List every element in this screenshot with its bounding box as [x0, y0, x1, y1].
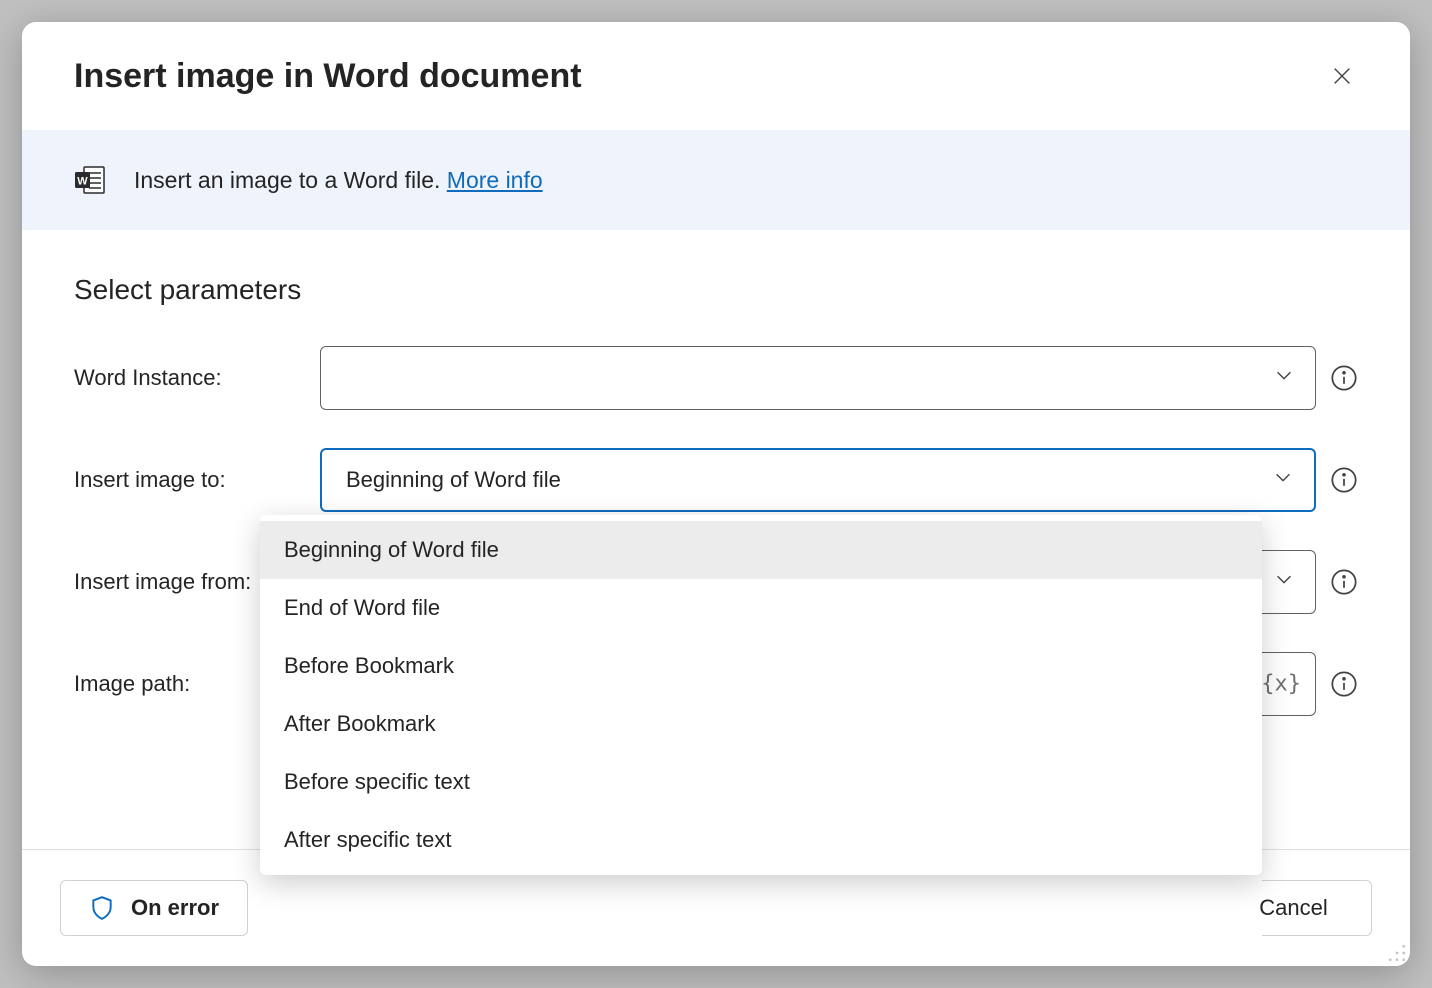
info-icon-image-path[interactable] [1330, 670, 1358, 698]
dropdown-option[interactable]: Before Bookmark [260, 637, 1262, 695]
on-error-button[interactable]: On error [60, 880, 248, 936]
label-word-instance: Word Instance: [74, 365, 306, 391]
chevron-down-icon [1272, 466, 1294, 494]
resize-grip-icon[interactable] [1388, 944, 1406, 962]
word-instance-dropdown[interactable] [320, 346, 1316, 410]
param-row-insert-to: Insert image to: Beginning of Word file … [74, 448, 1358, 512]
dropdown-option[interactable]: After specific text [260, 811, 1262, 869]
insert-image-dialog: Insert image in Word document W Insert a… [22, 22, 1410, 966]
info-icon-insert-to[interactable] [1330, 466, 1358, 494]
chevron-down-icon [1273, 364, 1295, 392]
word-icon: W [74, 164, 106, 196]
dialog-body: Select parameters Word Instance: Insert … [22, 230, 1410, 849]
dialog-header: Insert image in Word document [22, 22, 1410, 130]
banner-text: Insert an image to a Word file. More inf… [134, 167, 543, 194]
svg-text:W: W [77, 176, 88, 188]
section-heading: Select parameters [74, 274, 1358, 306]
info-icon-word-instance[interactable] [1330, 364, 1358, 392]
variable-icon[interactable]: {x} [1261, 672, 1301, 697]
dropdown-option[interactable]: After Bookmark [260, 695, 1262, 753]
banner-description: Insert an image to a Word file. [134, 167, 447, 193]
close-button[interactable] [1322, 56, 1362, 96]
dialog-title: Insert image in Word document [74, 57, 582, 96]
dropdown-option[interactable]: End of Word file [260, 579, 1262, 637]
on-error-label: On error [131, 895, 219, 921]
label-insert-to: Insert image to: [74, 467, 306, 493]
chevron-down-icon [1273, 568, 1295, 596]
dropdown-option[interactable]: Beginning of Word file [260, 521, 1262, 579]
close-icon [1331, 65, 1353, 87]
info-banner: W Insert an image to a Word file. More i… [22, 130, 1410, 230]
shield-icon [89, 895, 115, 921]
dropdown-option[interactable]: Before specific text [260, 753, 1262, 811]
insert-to-value: Beginning of Word file [346, 467, 561, 493]
more-info-link[interactable]: More info [447, 167, 543, 193]
insert-to-dropdown[interactable]: Beginning of Word file [320, 448, 1316, 512]
insert-to-dropdown-menu: Beginning of Word file End of Word file … [260, 515, 1262, 875]
cancel-label: Cancel [1259, 895, 1327, 920]
cancel-button[interactable]: Cancel [1262, 880, 1372, 936]
param-row-word-instance: Word Instance: [74, 346, 1358, 410]
info-icon-insert-from[interactable] [1330, 568, 1358, 596]
